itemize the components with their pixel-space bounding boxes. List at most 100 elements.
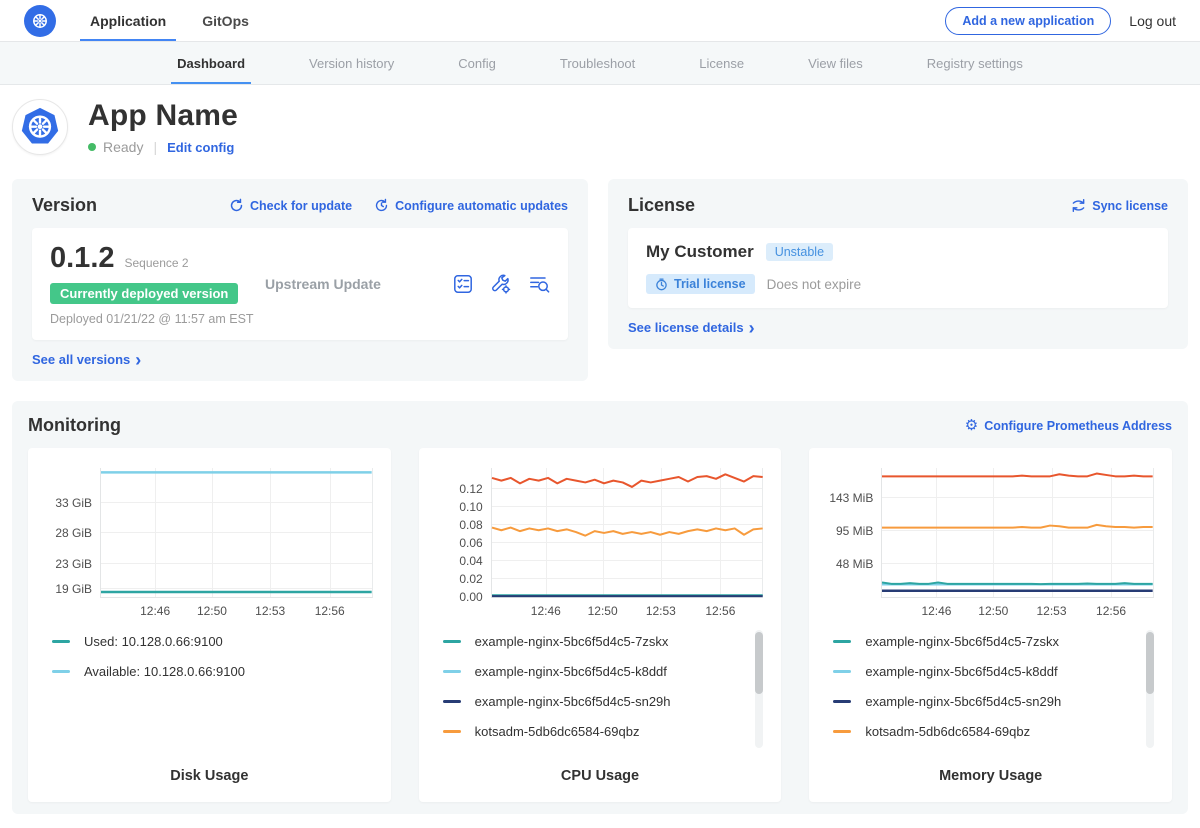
chevron-right-icon: › [135,354,141,366]
legend-item[interactable]: example-nginx-5bc6f5d4c5-7zskx [443,634,772,649]
x-axis-tick-label: 12:50 [197,604,227,618]
legend-scrollbar-thumb[interactable] [755,632,763,694]
sub-nav-tab-registry-settings[interactable]: Registry settings [921,42,1029,84]
y-axis-tick-label: 33 GiB [55,496,92,510]
legend-label: example-nginx-5bc6f5d4c5-7zskx [475,634,669,649]
x-axis-tick-label: 12:50 [978,604,1008,618]
x-axis-tick-label: 12:56 [315,604,345,618]
page-title: App Name [88,99,238,133]
y-axis-tick-label: 0.08 [459,518,482,532]
cpu-usage-chart-card: 0.000.020.040.060.080.100.1212:4612:5012… [419,448,782,802]
legend-color-dash [52,670,70,673]
y-axis-tick-label: 95 MiB [836,524,873,538]
legend-color-dash [833,670,851,673]
series-line [882,474,1153,477]
sub-nav-tab-troubleshoot[interactable]: Troubleshoot [554,42,641,84]
x-axis-tick-label: 12:50 [588,604,618,618]
config-wrench-icon[interactable] [490,273,512,295]
legend-item[interactable]: kotsadm-5db6dc6584-69qbz [443,724,772,739]
see-all-versions-link[interactable]: See all versions› [32,352,568,367]
customer-name: My Customer [646,242,754,262]
legend-item[interactable]: example-nginx-5bc6f5d4c5-7zskx [833,634,1162,649]
x-axis-tick-label: 12:46 [531,604,561,618]
version-card-title: Version [32,195,97,216]
legend-color-dash [833,730,851,733]
license-card-title: License [628,195,695,216]
x-axis-tick-label: 12:56 [705,604,735,618]
gear-icon: ⚙ [965,418,978,433]
sync-license-link[interactable]: Sync license [1071,198,1168,213]
sync-icon [1071,198,1086,213]
series-line [882,525,1153,528]
add-new-application-button[interactable]: Add a new application [945,7,1111,35]
sub-nav-tab-config[interactable]: Config [452,42,502,84]
legend-item[interactable]: example-nginx-5bc6f5d4c5-k8ddf [443,664,772,679]
kubernetes-logo [24,0,56,41]
configure-automatic-updates-link[interactable]: Configure automatic updates [374,198,568,213]
monitoring-title: Monitoring [28,415,121,436]
log-out-link[interactable]: Log out [1129,13,1176,29]
y-axis-tick-label: 19 GiB [55,582,92,596]
auto-update-clock-icon [374,198,389,213]
series-line [492,474,763,487]
x-axis-tick-label: 12:46 [921,604,951,618]
configure-prometheus-link[interactable]: ⚙ Configure Prometheus Address [965,418,1172,433]
app-header: App Name Ready | Edit config [0,85,1200,171]
kubernetes-logo-icon [24,5,56,37]
view-logs-icon[interactable] [528,273,550,295]
legend-item[interactable]: Used: 10.128.0.66:9100 [52,634,381,649]
chart-title: CPU Usage [429,760,772,792]
clock-icon [655,278,668,291]
y-axis-tick-label: 0.02 [459,572,482,586]
top-nav: ApplicationGitOps Add a new application … [0,0,1200,42]
series-line [882,582,1153,584]
sub-nav-tab-version-history[interactable]: Version history [303,42,400,84]
memory-usage-legend: example-nginx-5bc6f5d4c5-7zskx example-ng… [833,634,1162,754]
see-license-details-link[interactable]: See license details› [628,320,1168,335]
x-axis-tick-label: 12:53 [255,604,285,618]
top-nav-tab-application[interactable]: Application [86,0,170,41]
chart-title: Memory Usage [819,760,1162,792]
y-axis-tick-label: 48 MiB [836,557,873,571]
legend-label: Used: 10.128.0.66:9100 [84,634,223,649]
y-axis-tick-label: 23 GiB [55,557,92,571]
chart-series-canvas [492,468,763,597]
legend-color-dash [443,640,461,643]
legend-scrollbar[interactable] [1146,630,1154,748]
legend-item[interactable]: example-nginx-5bc6f5d4c5-sn29h [443,694,772,709]
legend-color-dash [833,700,851,703]
license-card: License Sync license My Customer Unstabl… [608,179,1188,349]
legend-scrollbar-thumb[interactable] [1146,632,1154,694]
app-sub-nav: Dashboard Version history Config Troublesho… [0,42,1200,85]
legend-color-dash [52,640,70,643]
sub-nav-tab-license[interactable]: License [693,42,750,84]
series-line [492,528,763,536]
legend-label: kotsadm-5db6dc6584-69qbz [475,724,640,739]
legend-item[interactable]: kotsadm-5db6dc6584-69qbz [833,724,1162,739]
check-for-update-link[interactable]: Check for update [229,198,352,213]
y-axis-tick-label: 143 MiB [829,491,873,505]
y-axis-tick-label: 0.06 [459,536,482,550]
preflight-checks-icon[interactable] [452,273,474,295]
legend-item[interactable]: example-nginx-5bc6f5d4c5-sn29h [833,694,1162,709]
y-axis-tick-label: 0.00 [459,590,482,604]
version-source-label: Upstream Update [265,276,452,292]
legend-color-dash [443,700,461,703]
sub-nav-tab-view-files[interactable]: View files [802,42,869,84]
legend-color-dash [443,670,461,673]
top-nav-tab-gitops[interactable]: GitOps [198,0,253,41]
legend-item[interactable]: Available: 10.128.0.66:9100 [52,664,381,679]
legend-scrollbar[interactable] [755,630,763,748]
edit-config-link[interactable]: Edit config [167,140,234,155]
legend-label: example-nginx-5bc6f5d4c5-sn29h [865,694,1061,709]
legend-label: kotsadm-5db6dc6584-69qbz [865,724,1030,739]
sub-nav-tab-dashboard[interactable]: Dashboard [171,42,251,84]
legend-color-dash [443,730,461,733]
legend-label: example-nginx-5bc6f5d4c5-sn29h [475,694,671,709]
deployed-timestamp: Deployed 01/21/22 @ 11:57 am EST [50,312,265,326]
legend-item[interactable]: example-nginx-5bc6f5d4c5-k8ddf [833,664,1162,679]
divider: | [153,139,157,155]
charts-row: 19 GiB23 GiB28 GiB33 GiB12:4612:5012:531… [28,448,1172,802]
x-axis-tick-label: 12:56 [1096,604,1126,618]
license-summary-row: My Customer Unstable Trial license Does … [628,228,1168,308]
